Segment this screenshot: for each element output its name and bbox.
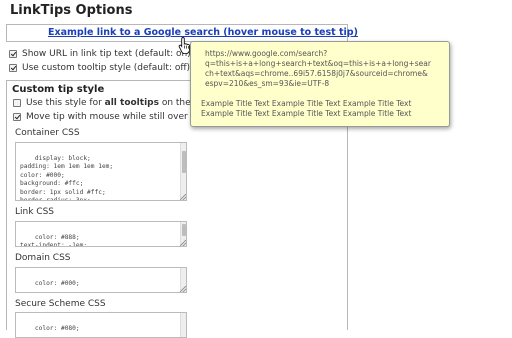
tooltip-url: https://www.google.com/search? q=this+is…	[201, 49, 439, 89]
use-for-all-label: Use this style for all tooltips on the w…	[26, 98, 213, 108]
tooltip-url-line: ch+text&aqs=chrome..69i57.6158j0j7&sourc…	[205, 69, 428, 78]
test-link-box: Example link to a Google search (hover m…	[6, 24, 358, 42]
link-tooltip: https://www.google.com/search? q=this+is…	[190, 41, 450, 127]
scroll-thumb[interactable]	[182, 224, 186, 236]
option-use-for-all[interactable]: Use this style for all tooltips on the w…	[13, 98, 212, 108]
secure-scheme-css-label: Secure Scheme CSS	[15, 299, 106, 309]
domain-css-value: color: #000;	[34, 279, 80, 287]
resize-grip-icon[interactable]	[180, 240, 186, 246]
domain-css-label: Domain CSS	[15, 253, 71, 263]
domain-css-textarea[interactable]: color: #000;	[15, 267, 187, 293]
custom-style-checkbox[interactable]	[9, 64, 17, 72]
example-google-link[interactable]: Example link to a Google search (hover m…	[48, 27, 358, 38]
tooltip-url-line: q=this+is+a+long+search+text&oq=this+is+…	[205, 59, 431, 68]
page-title: LinkTips Options	[10, 3, 133, 18]
show-url-checkbox[interactable]	[9, 50, 17, 58]
option-move-tip[interactable]: Move tip with mouse while still over a l…	[13, 112, 210, 122]
show-url-label: Show URL in link tip text (default: on)	[22, 49, 191, 59]
custom-style-label: Use custom tooltip style (default: off)	[22, 63, 191, 73]
container-css-label: Container CSS	[15, 128, 80, 138]
link-css-label: Link CSS	[15, 207, 55, 217]
tooltip-title-text: Example Title Text Example Title Text Ex…	[201, 99, 412, 118]
link-css-value: color: #888; text-indent: -1em; margin-l…	[20, 233, 88, 247]
custom-style-title: Custom tip style	[12, 84, 105, 95]
link-css-textarea[interactable]: color: #888; text-indent: -1em; margin-l…	[15, 221, 187, 247]
secure-scheme-css-textarea[interactable]: color: #080;	[15, 312, 187, 338]
container-css-textarea[interactable]: display: block; padding: 1em 1em 1em 1em…	[15, 142, 187, 201]
resize-grip-icon[interactable]	[180, 194, 186, 200]
secure-scheme-css-value: color: #080;	[34, 324, 80, 332]
container-css-scrollbar[interactable]	[180, 143, 186, 200]
container-css-value: display: block; padding: 1em 1em 1em 1em…	[20, 154, 114, 201]
option-show-url[interactable]: Show URL in link tip text (default: on)	[9, 49, 191, 59]
tooltip-url-line: espv=210&es_sm=93&ie=UTF-8	[205, 79, 330, 88]
hand-pointer-icon	[178, 37, 190, 54]
move-tip-label: Move tip with mouse while still over a l…	[26, 112, 210, 122]
move-tip-checkbox[interactable]	[13, 113, 21, 121]
option-custom-style[interactable]: Use custom tooltip style (default: off)	[9, 63, 190, 73]
use-for-all-checkbox[interactable]	[13, 99, 21, 107]
resize-grip-icon[interactable]	[180, 286, 186, 292]
secure-scheme-css-scrollbar[interactable]	[180, 313, 186, 337]
tooltip-url-line: https://www.google.com/search?	[205, 49, 328, 58]
scroll-thumb[interactable]	[182, 151, 186, 173]
